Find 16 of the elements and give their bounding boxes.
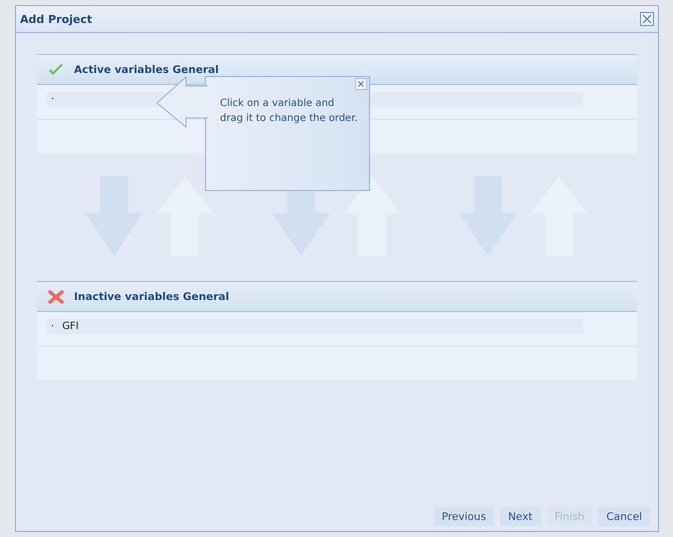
panel-title: Active variables General bbox=[74, 64, 219, 76]
panel-title: Inactive variables General bbox=[74, 290, 230, 302]
reorder-arrows-icon bbox=[85, 176, 216, 258]
close-icon[interactable] bbox=[640, 12, 654, 26]
bullet: · bbox=[51, 94, 54, 105]
window-title: Add Project bbox=[20, 12, 92, 26]
close-button[interactable]: × bbox=[355, 78, 367, 90]
wizard-button[interactable]: Next bbox=[500, 507, 541, 526]
variable-item[interactable]: GFI bbox=[62, 321, 79, 332]
tooltip-text: Click on a variable and drag it to change the order. bbox=[220, 97, 359, 126]
reorder-arrows-icon bbox=[458, 176, 589, 258]
bullet: · bbox=[51, 321, 54, 332]
check-icon bbox=[48, 62, 64, 76]
wizard-button[interactable]: Cancel bbox=[598, 507, 650, 526]
wizard-button[interactable]: Previous bbox=[434, 507, 494, 526]
cross-icon bbox=[48, 290, 64, 304]
